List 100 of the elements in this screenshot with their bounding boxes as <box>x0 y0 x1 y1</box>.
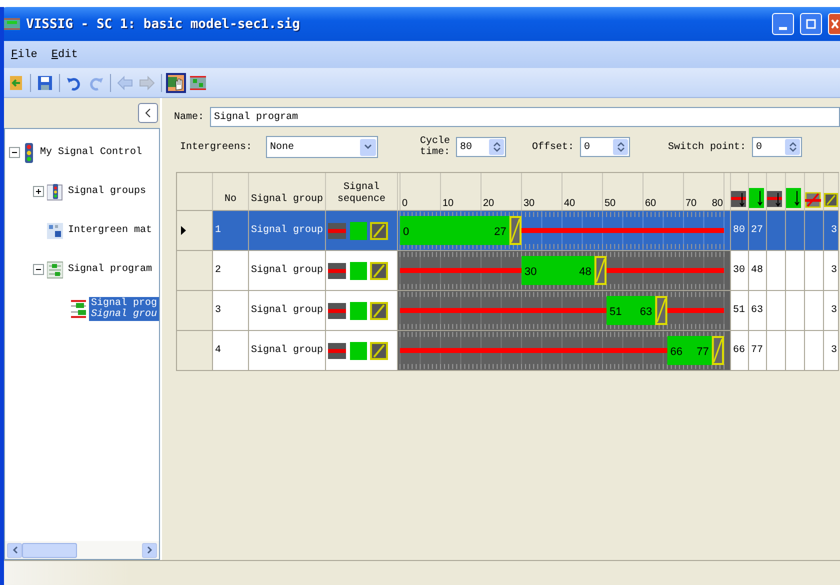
time-tick-label: 50 <box>604 198 616 209</box>
app-icon <box>4 16 20 32</box>
time-tick-label: 70 <box>686 198 697 209</box>
table-cell: Signal group <box>249 211 326 251</box>
switch-point-spinner[interactable]: 0 <box>752 137 802 157</box>
table-cell: 3 <box>824 291 839 331</box>
corner-header <box>177 173 213 211</box>
phase-start-time: 30 <box>524 266 537 278</box>
tree-item[interactable]: My Signal Control <box>38 146 144 159</box>
collapse-toggle[interactable] <box>9 147 20 158</box>
table-cell <box>786 211 805 251</box>
table-cell: 80 <box>731 211 749 251</box>
table-cell: 3 <box>213 291 249 331</box>
hand-icon <box>168 74 184 90</box>
offset-spinner[interactable]: 0 <box>580 137 630 157</box>
window-title: VISSIG - SC 1: basic model-sec1.sig <box>26 16 301 32</box>
field-label: Switch point: <box>668 142 746 152</box>
transition-signal-icon <box>370 302 388 320</box>
chevron-left-icon <box>144 108 152 118</box>
go-phase-bar[interactable] <box>667 336 712 365</box>
menu-item[interactable]: File <box>11 48 38 60</box>
current-row-icon <box>181 226 186 235</box>
tree-item[interactable]: Signal program <box>66 263 154 276</box>
transition-signal-icon <box>370 262 388 280</box>
crossed-signal-icon <box>805 192 821 208</box>
table-cell: 27 <box>749 211 767 251</box>
table-cell <box>805 331 824 371</box>
time-tick-label: 40 <box>564 198 576 209</box>
tree-item[interactable]: Intergreen mat <box>66 224 154 237</box>
table-cell: 3 <box>824 331 839 371</box>
phase-start-time: 0 <box>403 226 410 238</box>
exit-door-icon <box>8 74 24 90</box>
spin-arrows-icon <box>492 141 501 153</box>
toolbar-button[interactable] <box>166 72 186 92</box>
signal-groups-icon <box>47 182 63 200</box>
tree-item[interactable]: Signal prog Signal grou <box>88 297 159 321</box>
save-icon <box>37 74 53 90</box>
phase-end-time: 63 <box>640 306 652 318</box>
table-cell <box>805 251 824 291</box>
table-cell <box>786 331 805 371</box>
table-cell: 3 <box>824 251 839 291</box>
time-tick-label: 0 <box>402 198 408 209</box>
table-cell: 30 <box>731 251 749 291</box>
forward-arrow-icon <box>139 74 155 90</box>
go-phase-bar[interactable] <box>522 256 594 285</box>
table-cell <box>786 291 805 331</box>
stop-signal-icon <box>328 302 346 320</box>
scroll-left-button[interactable] <box>7 542 22 558</box>
phase-start-time: 66 <box>670 346 683 358</box>
maximize-button[interactable] <box>800 13 822 35</box>
table-cell: Signal group <box>249 251 326 291</box>
field-label: Name: <box>174 112 204 122</box>
matrix-icon <box>47 222 63 240</box>
phase-end-time: 27 <box>494 226 506 238</box>
column-header: Signal group <box>249 173 326 211</box>
horizontal-scrollbar[interactable] <box>5 541 159 559</box>
transition-phase-box <box>655 296 668 325</box>
table-cell: 66 <box>731 331 749 371</box>
table-cell: 48 <box>749 251 767 291</box>
column-header: Signal sequence <box>326 173 398 211</box>
spin-arrows-icon <box>616 141 625 153</box>
scroll-right-button[interactable] <box>142 542 157 558</box>
phase-start-time: 51 <box>610 306 622 318</box>
transition-signal-icon <box>370 342 388 360</box>
go-signal-icon <box>349 222 367 240</box>
table-cell <box>767 251 786 291</box>
collapse-panel-button[interactable] <box>138 103 158 123</box>
table-cell: 77 <box>749 331 767 371</box>
time-tick-label: 20 <box>483 198 494 209</box>
maximize-icon <box>806 19 816 29</box>
back-arrow-icon <box>117 74 133 90</box>
go-phase-bar[interactable] <box>606 296 656 325</box>
close-button[interactable] <box>828 13 840 35</box>
timing-icon <box>190 74 206 90</box>
scrollbar-thumb[interactable] <box>22 542 77 558</box>
minimize-button[interactable] <box>772 13 794 35</box>
collapse-toggle[interactable] <box>33 264 44 275</box>
table-cell: 4 <box>213 331 249 371</box>
spin-arrows-icon <box>788 141 797 153</box>
table-cell: 51 <box>731 291 749 331</box>
stop-signal-icon <box>328 222 346 240</box>
table-cell: 2 <box>213 251 249 291</box>
chevron-right-icon <box>146 546 152 554</box>
tree-item[interactable]: Signal groups <box>66 185 148 198</box>
intergreens-dropdown[interactable]: None <box>266 136 378 158</box>
transition-phase-box <box>509 216 522 245</box>
table-cell <box>767 211 786 251</box>
field-label: Intergreens: <box>180 142 252 152</box>
table-cell: Signal group <box>249 291 326 331</box>
cycle-time-spinner[interactable]: 80 <box>456 137 506 157</box>
traffic-light-icon <box>23 142 35 162</box>
expand-toggle[interactable] <box>33 186 44 197</box>
name-field[interactable]: Signal program <box>210 107 840 127</box>
table-cell <box>805 291 824 331</box>
table-cell <box>767 331 786 371</box>
time-tick-label: 10 <box>442 198 454 209</box>
table-cell: 63 <box>749 291 767 331</box>
table-cell <box>786 251 805 291</box>
menu-item[interactable]: Edit <box>51 48 78 60</box>
table-cell: 1 <box>213 211 249 251</box>
